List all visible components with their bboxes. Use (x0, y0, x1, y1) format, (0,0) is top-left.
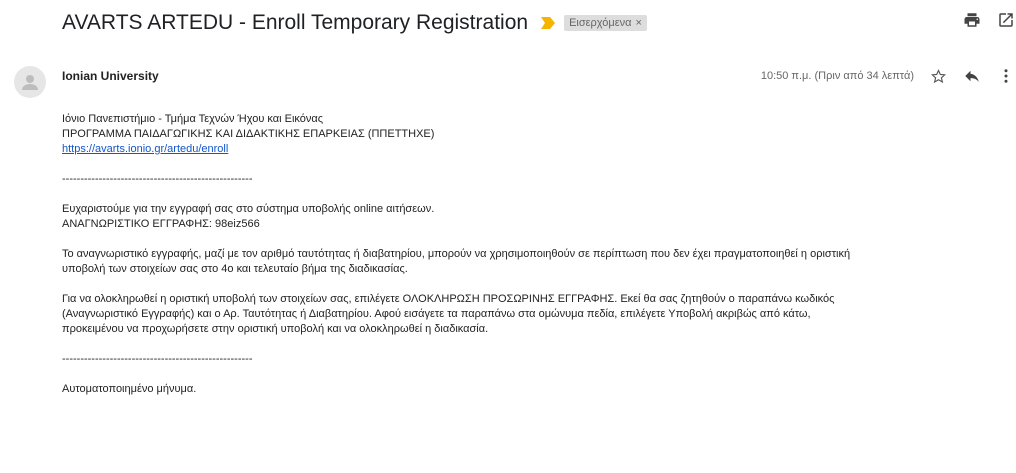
separator-line: ----------------------------------------… (62, 353, 253, 365)
importance-marker-icon[interactable] (540, 16, 556, 30)
registration-id: ΑΝΑΓΝΩΡΙΣΤΙΚΟ ΕΓΓΡΑΦΗΣ: 98eiz566 (62, 218, 260, 230)
inbox-label-text: Εισερχόμενα (569, 17, 632, 29)
inbox-label-chip: Εισερχόμενα × (564, 15, 647, 31)
remove-label-button[interactable]: × (636, 17, 642, 29)
email-subject: AVARTS ARTEDU - Enroll Temporary Registr… (62, 11, 529, 34)
message-body: Ιόνιο Πανεπιστήμιο - Τμήμα Τεχνών Ήχου κ… (62, 112, 1006, 397)
enroll-link[interactable]: https://avarts.ionio.gr/artedu/enroll (62, 143, 228, 155)
more-vert-icon[interactable] (996, 66, 1016, 86)
message-meta: 10:50 π.μ. (Πριν από 34 λεπτά) (761, 66, 1016, 86)
body-line: Αυτοματοποιημένο μήνυμα. (62, 383, 197, 395)
print-icon[interactable] (962, 10, 982, 30)
body-line: Ευχαριστούμε για την εγγραφή σας στο σύσ… (62, 203, 435, 215)
body-line: Το αναγνωριστικό εγγραφής, μαζί με τον α… (62, 248, 851, 260)
body-line: ΠΡΟΓΡΑΜΜΑ ΠΑΙΔΑΓΩΓΙΚΗΣ ΚΑΙ ΔΙΔΑΚΤΙΚΗΣ ΕΠ… (62, 128, 435, 140)
body-line: υποβολή των στοιχείων σας στο 4ο και τελ… (62, 263, 408, 275)
body-line: Για να ολοκληρωθεί η οριστική υποβολή τω… (62, 293, 835, 305)
thread-actions (962, 10, 1016, 30)
body-line: Ιόνιο Πανεπιστήμιο - Τμήμα Τεχνών Ήχου κ… (62, 113, 324, 125)
open-in-new-window-icon[interactable] (996, 10, 1016, 30)
sender-name[interactable]: Ionian University (62, 69, 159, 83)
star-icon[interactable] (928, 66, 948, 86)
reply-icon[interactable] (962, 66, 982, 86)
body-line: προκειμένου να προχωρήσετε στην οριστική… (62, 323, 489, 335)
subject-row: AVARTS ARTEDU - Enroll Temporary Registr… (62, 6, 1016, 40)
sender-row: Ionian University 10:50 π.μ. (Πριν από 3… (62, 66, 1016, 86)
separator-line: ----------------------------------------… (62, 173, 253, 185)
avatar-icon (14, 66, 46, 98)
body-line: (Αναγνωριστικό Εγγραφής) και ο Αρ. Ταυτό… (62, 308, 811, 320)
message-time: 10:50 π.μ. (Πριν από 34 λεπτά) (760, 70, 914, 82)
